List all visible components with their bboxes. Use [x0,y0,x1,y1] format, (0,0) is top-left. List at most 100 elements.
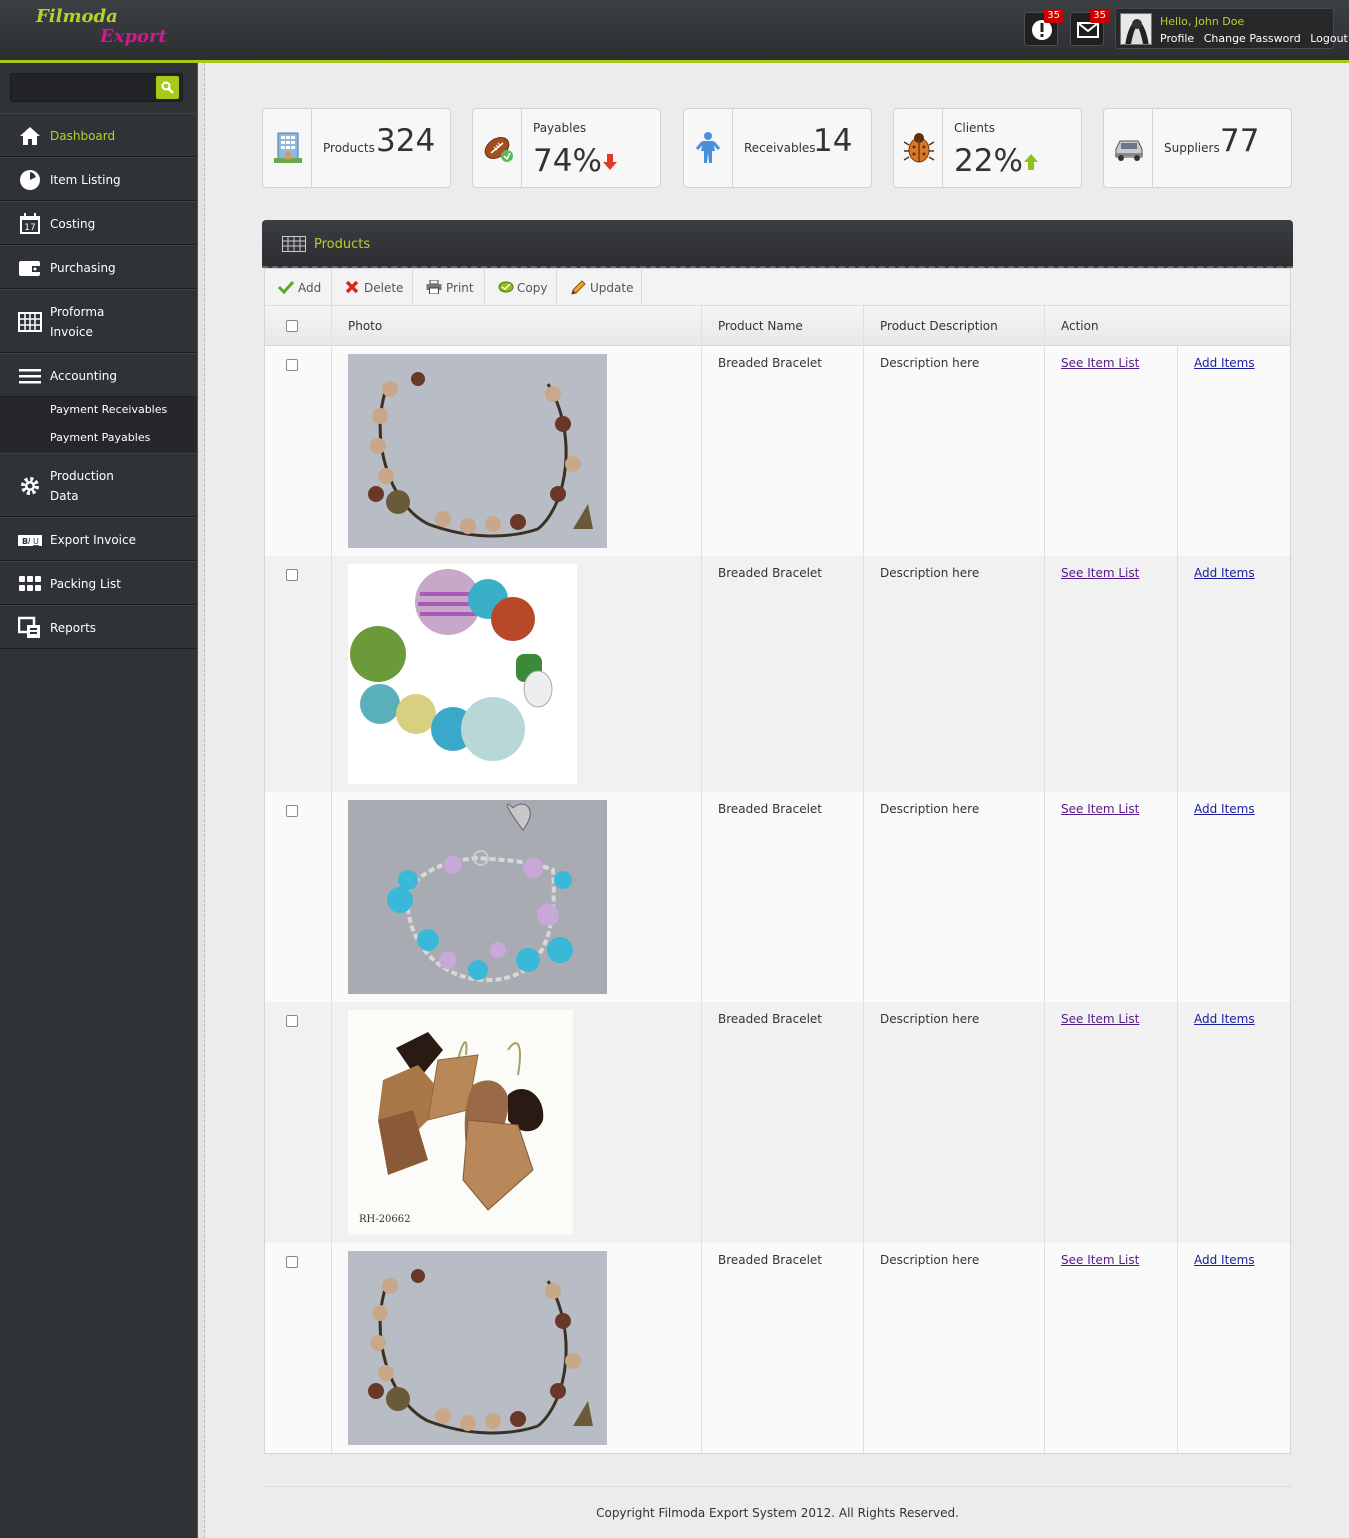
brand-logo-line1: Filmoda [36,6,118,27]
wallet-icon [19,261,41,276]
product-photo[interactable] [348,564,577,784]
see-item-list-link[interactable]: See Item List [1061,802,1139,816]
product-description: Description here [880,356,980,370]
table-header: Photo Product Name Product Description A… [265,306,1290,346]
footer-copyright: Copyright Filmoda Export System 2012. Al… [596,1506,959,1520]
sidebar-item-label: Packing List [50,577,121,591]
sidebar-item-label: Proforma Invoice [50,305,105,339]
delete-button[interactable]: Delete [332,269,413,306]
column-divider [863,306,864,1454]
product-photo[interactable]: RH-20662 [348,1010,573,1235]
copy-button[interactable]: Copy [485,269,557,306]
product-photo[interactable] [348,800,607,994]
print-button[interactable]: Print [413,269,485,306]
see-item-list-link[interactable]: See Item List [1061,356,1139,370]
stat-value: 22% [954,143,1023,179]
list-icon [19,369,41,384]
car-icon [1115,140,1143,161]
sidebar-item-label: Dashboard [50,129,116,143]
stat-payables[interactable]: Payables 74% [472,108,661,188]
stat-value: 74% [533,143,602,179]
sidebar-item-label: Production Data [50,469,114,503]
column-divider [701,306,702,1454]
product-photo[interactable] [348,354,607,548]
delete-x-icon [345,280,359,294]
check-icon [278,280,294,294]
home-icon [20,127,40,145]
add-items-link[interactable]: Add Items [1194,1012,1255,1026]
avatar[interactable] [1120,13,1152,45]
profile-link[interactable]: Profile [1160,32,1194,45]
copy-icon [498,281,514,293]
see-item-list-link[interactable]: See Item List [1061,566,1139,580]
top-header: Filmoda Export 35 35 Hello, John Doe Pro… [0,0,1349,63]
row-checkbox[interactable] [286,1256,298,1268]
stat-products[interactable]: Products 324 [262,108,451,188]
column-divider [331,306,332,1454]
sidebar-item-item-listing[interactable]: Item Listing [0,157,197,201]
add-items-link[interactable]: Add Items [1194,1253,1255,1267]
products-table: Add Delete Print Copy Update Photo Produ… [264,268,1291,1454]
table-row: RH-20662 Breaded Bracelet Description he… [265,1002,1290,1243]
sidebar-item-dashboard[interactable]: Dashboard [0,113,197,157]
calendar-icon: 17 [20,213,40,234]
select-all-checkbox[interactable] [286,320,298,332]
column-header-photo: Photo [348,319,383,333]
reports-icon [18,616,40,638]
column-divider [1177,346,1178,1454]
user-links: Profile Change Password Logout [1160,32,1349,45]
stat-value: 14 [813,123,853,159]
sidebar-item-production-data[interactable]: Production Data [0,453,197,517]
table-row: Breaded Bracelet Description here See It… [265,792,1290,1002]
row-checkbox[interactable] [286,805,298,817]
arrow-up-icon [1024,154,1038,170]
add-items-link[interactable]: Add Items [1194,802,1255,816]
product-name: Breaded Bracelet [718,566,822,580]
row-checkbox[interactable] [286,1015,298,1027]
products-panel-header: Products [262,220,1293,268]
svg-text:U: U [33,537,39,546]
row-checkbox[interactable] [286,569,298,581]
stat-label: Payables [533,121,587,135]
stat-label: Clients [954,121,995,135]
sidebar-item-packing-list[interactable]: Packing List [0,561,197,605]
add-items-link[interactable]: Add Items [1194,356,1255,370]
sidebar-search-input[interactable] [10,73,183,102]
row-checkbox[interactable] [286,359,298,371]
sidebar-item-proforma-invoice[interactable]: Proforma Invoice [0,289,197,353]
sidebar-search-button[interactable] [156,76,179,99]
sidebar-item-accounting[interactable]: Accounting [0,353,197,397]
sidebar-item-costing[interactable]: 17 Costing [0,201,197,245]
football-icon [484,137,513,162]
sidebar-item-export-invoice[interactable]: BIU Export Invoice [0,517,197,561]
add-items-link[interactable]: Add Items [1194,566,1255,580]
see-item-list-link[interactable]: See Item List [1061,1012,1139,1026]
column-divider [1044,306,1045,1454]
update-button[interactable]: Update [557,269,642,306]
arrow-down-icon [603,154,617,170]
sidebar-item-label: Purchasing [50,261,116,275]
stat-clients[interactable]: Clients 22% [893,108,1082,188]
product-name: Breaded Bracelet [718,1012,822,1026]
sidebar-item-reports[interactable]: Reports [0,605,197,649]
sidebar-item-label: Costing [50,217,96,231]
table-row: Breaded Bracelet Description here See It… [265,556,1290,792]
sidebar-item-label: Accounting [50,369,118,383]
change-password-link[interactable]: Change Password [1204,32,1301,45]
logout-link[interactable]: Logout [1310,32,1348,45]
messages-button[interactable]: 35 [1070,9,1109,46]
submenu-payment-receivables[interactable]: Payment Receivables [50,403,167,416]
submenu-payment-payables[interactable]: Payment Payables [50,431,150,444]
alerts-button[interactable]: 35 [1024,9,1063,46]
alerts-count-badge: 35 [1044,9,1063,23]
sidebar-item-label: Item Listing [50,173,121,187]
products-panel-title: Products [314,237,371,252]
stat-suppliers[interactable]: Suppliers 77 [1103,108,1292,188]
stat-receivables[interactable]: Receivables 14 [683,108,872,188]
add-button[interactable]: Add [265,269,332,306]
sidebar-item-purchasing[interactable]: Purchasing [0,245,197,289]
see-item-list-link[interactable]: See Item List [1061,1253,1139,1267]
sidebar-item-label: Reports [50,621,97,635]
product-photo[interactable] [348,1251,607,1445]
brand-logo[interactable]: Filmoda Export [36,6,176,52]
